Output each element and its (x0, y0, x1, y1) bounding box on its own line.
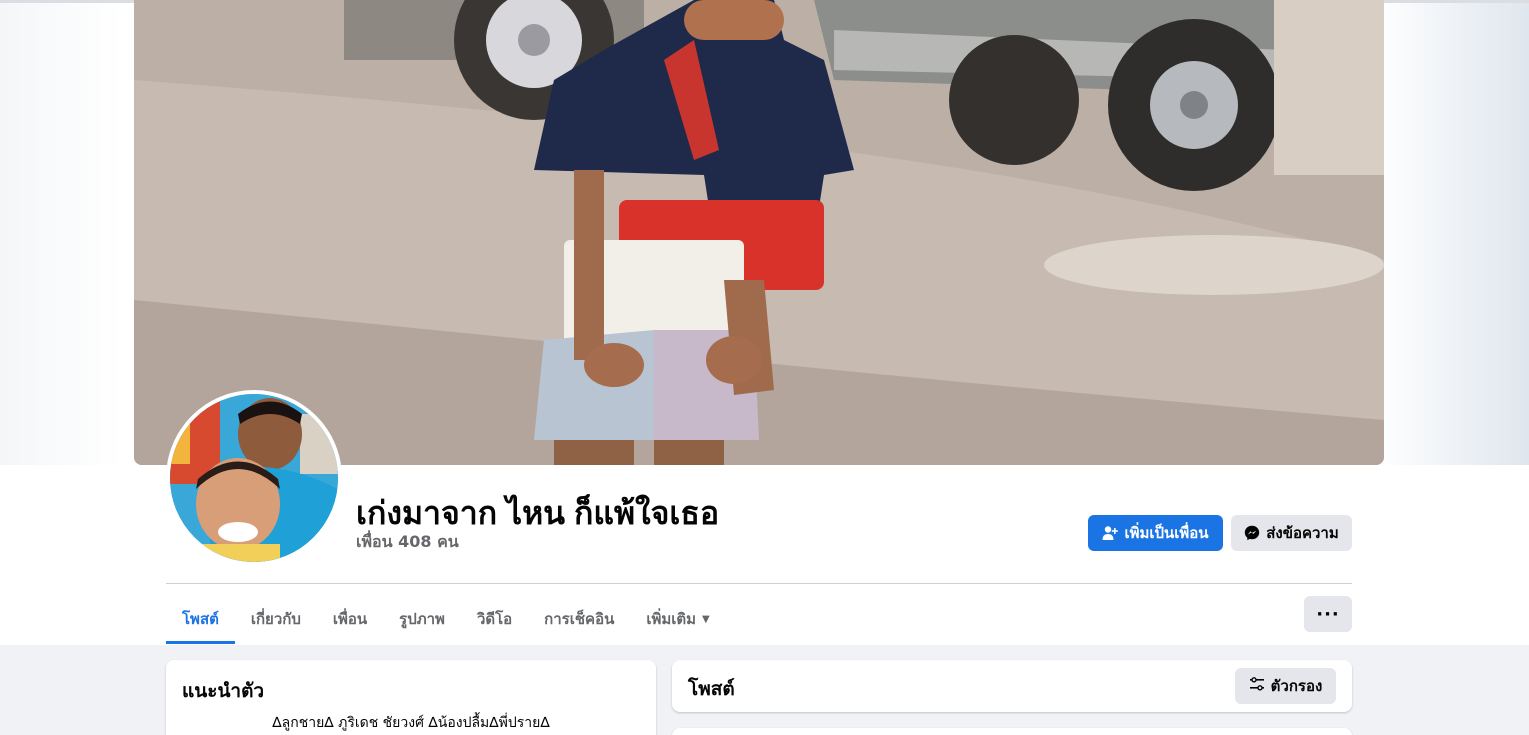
message-label: ส่งข้อความ (1266, 524, 1339, 542)
add-friend-button[interactable]: เพิ่มเป็นเพื่อน (1088, 515, 1223, 551)
tab-about[interactable]: เกี่ยวกับ (235, 594, 317, 644)
tab-label: วิดีโอ (476, 610, 513, 628)
profile-picture[interactable] (166, 390, 342, 566)
tab-check-ins[interactable]: การเช็คอิน (528, 594, 630, 644)
intro-card: แนะนำตัว ∆ลูกชาย∆ ภูริเดช ชัยวงศ์ ∆น้องป… (166, 660, 656, 735)
tab-posts[interactable]: โพสต์ (166, 594, 235, 644)
post-card (672, 728, 1352, 735)
friends-count[interactable]: เพื่อน 408 คน (356, 530, 459, 555)
tab-label: เกี่ยวกับ (250, 610, 301, 628)
add-friend-label: เพิ่มเป็นเพื่อน (1124, 524, 1209, 542)
tab-label: โพสต์ (182, 610, 219, 628)
more-options-button[interactable]: ··· (1304, 596, 1352, 632)
posts-header-card: โพสต์ ตัวกรอง (672, 660, 1352, 712)
filter-label: ตัวกรอง (1270, 677, 1323, 695)
profile-picture-image (170, 394, 338, 562)
filter-icon (1249, 676, 1265, 696)
add-friend-icon (1102, 525, 1119, 541)
intro-title: แนะนำตัว (182, 680, 265, 702)
more-options-icon: ··· (1316, 603, 1340, 625)
filter-button[interactable]: ตัวกรอง (1235, 668, 1336, 704)
tab-label: เพิ่มเติม (646, 610, 697, 628)
tab-label: เพื่อน (332, 610, 368, 628)
profile-tabs: โพสต์ เกี่ยวกับ เพื่อน รูปภาพ วิดีโอ การ… (166, 594, 726, 644)
tab-more[interactable]: เพิ่มเติม ▼ (630, 594, 725, 644)
posts-title: โพสต์ (688, 678, 735, 700)
tab-videos[interactable]: วิดีโอ (461, 594, 528, 644)
message-button[interactable]: ส่งข้อความ (1231, 515, 1352, 551)
tab-photos[interactable]: รูปภาพ (383, 594, 461, 644)
messenger-icon (1244, 525, 1260, 541)
tab-label: รูปภาพ (399, 610, 445, 628)
intro-bio: ∆ลูกชาย∆ ภูริเดช ชัยวงศ์ ∆น้องปลื้ม∆พี่ป… (272, 715, 550, 731)
caret-down-icon: ▼ (702, 613, 710, 625)
tab-friends[interactable]: เพื่อน (317, 594, 383, 644)
header-divider (166, 583, 1352, 584)
cover-photo-image (134, 0, 1384, 465)
tab-label: การเช็คอิน (544, 610, 615, 628)
cover-photo[interactable] (134, 0, 1384, 465)
